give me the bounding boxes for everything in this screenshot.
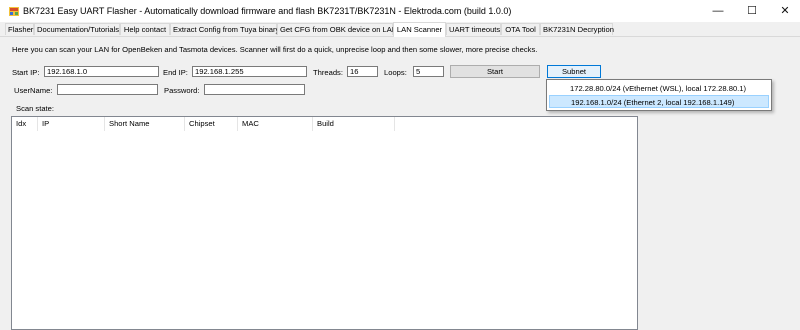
username-label: UserName:: [14, 86, 53, 95]
column-header-mac[interactable]: MAC: [238, 117, 313, 131]
subnet-option[interactable]: 172.28.80.0/24 (vEthernet (WSL), local 1…: [549, 82, 769, 95]
tab-extract-config[interactable]: Extract Config from Tuya binary: [170, 23, 279, 35]
username-field[interactable]: [57, 84, 158, 95]
end-ip-label: End IP:: [163, 68, 188, 77]
tab-lan-scanner[interactable]: LAN Scanner: [393, 22, 446, 37]
title-bar: BK7231 Easy UART Flasher - Automatically…: [0, 0, 800, 22]
password-field[interactable]: [204, 84, 305, 95]
column-header-chipset[interactable]: Chipset: [185, 117, 238, 131]
loops-field[interactable]: 5: [413, 66, 444, 77]
app-icon: [9, 7, 19, 16]
minimize-button[interactable]: —: [701, 0, 735, 22]
close-button[interactable]: ✕: [768, 0, 800, 22]
password-label: Password:: [164, 86, 200, 95]
tab-flasher[interactable]: Flasher: [5, 23, 34, 35]
start-ip-label: Start IP:: [12, 68, 40, 77]
threads-field[interactable]: 16: [347, 66, 378, 77]
scanner-info-text: Here you can scan your LAN for OpenBeken…: [12, 45, 538, 54]
tab-uart-timeouts[interactable]: UART timeouts: [446, 23, 501, 35]
tab-get-cfg[interactable]: Get CFG from OBK device on LAN: [277, 23, 397, 35]
tab-ota-tool[interactable]: OTA Tool: [501, 23, 540, 35]
subnet-dropdown[interactable]: 172.28.80.0/24 (vEthernet (WSL), local 1…: [546, 79, 772, 111]
maximize-button[interactable]: ☐: [735, 0, 769, 22]
results-table[interactable]: Idx IP Short Name Chipset MAC Build: [11, 116, 638, 330]
column-header-ip[interactable]: IP: [38, 117, 105, 131]
column-header-idx[interactable]: Idx: [12, 117, 38, 131]
column-header-short-name[interactable]: Short Name: [105, 117, 185, 131]
tab-help-contact[interactable]: Help contact: [120, 23, 170, 35]
start-button[interactable]: Start: [450, 65, 540, 78]
start-ip-field[interactable]: 192.168.1.0: [44, 66, 159, 77]
tab-bk7231n-decryption[interactable]: BK7231N Decryption: [540, 23, 614, 35]
scan-state-label: Scan state:: [16, 104, 54, 113]
loops-label: Loops:: [384, 68, 407, 77]
window-title: BK7231 Easy UART Flasher - Automatically…: [23, 6, 512, 16]
subnet-option-selected[interactable]: 192.168.1.0/24 (Ethernet 2, local 192.16…: [549, 95, 769, 108]
column-header-build[interactable]: Build: [313, 117, 395, 131]
subnet-button[interactable]: Subnet: [547, 65, 601, 78]
threads-label: Threads:: [313, 68, 343, 77]
tab-strip: Flasher Documentation/Tutorials Help con…: [0, 22, 800, 37]
tab-documentation[interactable]: Documentation/Tutorials: [34, 23, 120, 35]
end-ip-field[interactable]: 192.168.1.255: [192, 66, 307, 77]
